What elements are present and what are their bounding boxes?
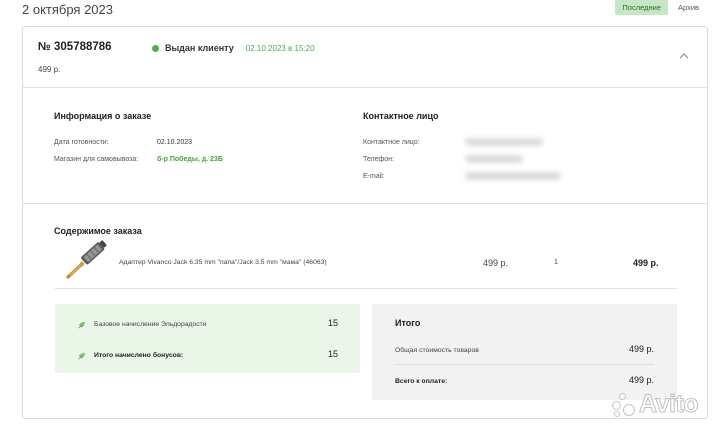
avito-watermark-text: Avito (638, 390, 699, 419)
status-text: Выдан клиенту (165, 43, 234, 53)
leaf-bonus-icon (78, 353, 85, 360)
status-date: 02.10.2023 в 15:20 (245, 43, 315, 53)
bonus-total-label: Итого начислено бонусов: (94, 352, 184, 359)
avito-logo-icon (612, 392, 636, 417)
leaf-bonus-icon (78, 322, 85, 329)
contact-title: Контактное лицо (363, 111, 439, 121)
blurred-contact-phone (465, 155, 523, 163)
bonus-base-value: 15 (327, 318, 338, 328)
status-dot-icon (152, 44, 159, 52)
contact-phone-label: Телефон: (363, 156, 394, 163)
order-info-title: Информация о заказе (54, 111, 152, 121)
product-name[interactable]: Адаптер Vivanco Jack 6.35 mm "папа"/Jack… (119, 259, 327, 266)
avito-watermark: Avito (612, 390, 699, 419)
product-price: 499 р. (483, 258, 509, 268)
bonus-base-label: Базовое начисление Эльдорадости (94, 321, 207, 328)
divider (23, 87, 707, 88)
product-image (66, 240, 107, 279)
product-total: 499 р. (633, 258, 659, 268)
ready-date-label: Дата готовности: (54, 139, 109, 146)
divider (55, 288, 677, 289)
order-number: № 305788786 (38, 41, 112, 53)
order-filters: Последние Архив (615, 0, 706, 15)
product-quantity: 1 (554, 259, 558, 266)
bonus-panel: Базовое начисление Эльдорадости 15 Итого… (55, 304, 360, 373)
contact-email-label: E-mail: (363, 173, 385, 180)
blurred-contact-name (465, 138, 543, 146)
goods-cost-value: 499 р. (628, 344, 654, 354)
order-price: 499 р. (38, 65, 61, 74)
pickup-store-link[interactable]: б-р Победы, д. 23Б (157, 156, 223, 163)
order-total-title: Итого (395, 318, 421, 328)
contact-person-label: Контактное лицо: (363, 139, 420, 146)
order-total-panel: Итого Общая стоимость товаров 499 р. Все… (372, 304, 677, 400)
blurred-contact-email (465, 172, 561, 180)
filter-archive-button[interactable]: Архив (670, 0, 706, 15)
orders-page: 2 октября 2023 Последние Архив № 3057887… (0, 0, 720, 431)
filter-latest-button[interactable]: Последние (615, 0, 668, 15)
chevron-up-icon[interactable] (679, 51, 689, 61)
ready-date-value: 02.10.2023 (157, 139, 193, 146)
order-card: № 305788786 Выдан клиенту 02.10.2023 в 1… (22, 26, 708, 419)
bonus-row-base: Базовое начисление Эльдорадости 15 (55, 318, 360, 334)
divider (23, 203, 707, 204)
bonus-row-total: Итого начислено бонусов: 15 (55, 349, 360, 365)
date-heading: 2 октября 2023 (22, 2, 113, 17)
order-status: Выдан клиенту 02.10.2023 в 15:20 (152, 43, 315, 53)
bonus-total-value: 15 (327, 349, 338, 359)
amount-due-label: Всего к оплате: (395, 378, 448, 385)
amount-due-value: 499 р. (628, 375, 654, 385)
pickup-store-label: Магазин для самовывоза: (54, 156, 139, 163)
divider (395, 364, 654, 365)
goods-cost-label: Общая стоимость товаров (395, 347, 479, 354)
